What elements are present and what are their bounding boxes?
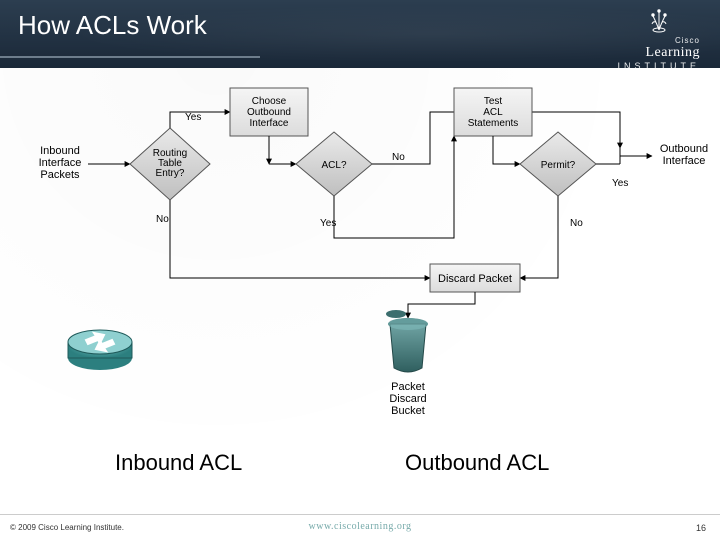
- text: Outbound: [247, 107, 291, 118]
- text: Choose: [252, 96, 287, 107]
- bucket-label: PacketDiscardBucket: [389, 381, 426, 417]
- text: Inbound: [40, 145, 80, 157]
- page-number: 16: [696, 523, 706, 533]
- router-icon: [68, 330, 132, 370]
- slide-footer: © 2009 Cisco Learning Institute. www.cis…: [0, 514, 720, 540]
- text: Interface: [250, 118, 289, 129]
- node-outbound-interface: OutboundInterface: [660, 143, 708, 167]
- edge-label-no3: No: [156, 214, 169, 225]
- text: Permit?: [541, 160, 576, 171]
- svg-text:ChooseOutboundInterface: ChooseOutboundInterface: [247, 96, 291, 129]
- title-underline: [0, 56, 260, 58]
- edge-label-no2: No: [570, 218, 583, 229]
- edge-discard-bucket: [408, 292, 475, 318]
- node-discard-packet: Discard Packet: [430, 264, 520, 292]
- logo-text-top: Cisco: [618, 36, 701, 45]
- slide-header: How ACLs Work Cisco Learning INSTITUTE: [0, 0, 720, 68]
- text: Test: [484, 96, 503, 107]
- section-heading-inbound: Inbound ACL: [115, 450, 242, 476]
- text: Discard Packet: [438, 273, 512, 285]
- brand-logo: Cisco Learning INSTITUTE: [618, 6, 701, 71]
- text: Interface: [39, 157, 82, 169]
- text: ACL?: [321, 160, 346, 171]
- text: Packet: [391, 381, 425, 393]
- copyright-text: © 2009 Cisco Learning Institute.: [10, 523, 124, 532]
- text: Discard: [389, 393, 426, 405]
- node-test-acl: TestACLStatements: [454, 88, 532, 136]
- text: Bucket: [391, 405, 425, 417]
- flow-diagram: InboundInterfacePackets RoutingTableEntr…: [0, 68, 720, 468]
- trash-bucket-icon: [386, 310, 428, 372]
- text: Statements: [468, 118, 519, 129]
- footer-url: www.ciscolearning.org: [309, 521, 412, 532]
- svg-text:OutboundInterface: OutboundInterface: [660, 143, 708, 167]
- text: Interface: [663, 155, 706, 167]
- slide-title: How ACLs Work: [0, 0, 720, 41]
- edge-permit-no: [520, 196, 558, 278]
- edge-test-right: [493, 136, 520, 164]
- text: Outbound: [660, 143, 708, 155]
- section-heading-outbound: Outbound ACL: [405, 450, 549, 476]
- svg-text:InboundInterfacePackets: InboundInterfacePackets: [39, 145, 82, 181]
- text: Entry?: [156, 168, 185, 179]
- edge-label-yes: Yes: [185, 112, 201, 123]
- node-inbound-packets: InboundInterfacePackets: [39, 145, 82, 181]
- edge-label-yes3: Yes: [612, 178, 628, 189]
- logo-text-main: Learning: [618, 45, 701, 61]
- node-routing-decision: RoutingTableEntry?: [130, 128, 210, 200]
- text: Packets: [40, 169, 80, 181]
- node-acl-decision: ACL?: [296, 132, 372, 196]
- svg-text:PacketDiscardBucket: PacketDiscardBucket: [389, 381, 426, 417]
- text: ACL: [483, 107, 503, 118]
- node-choose-interface: ChooseOutboundInterface: [230, 88, 308, 136]
- edge-routing-no: [170, 200, 430, 278]
- node-permit-decision: Permit?: [520, 132, 596, 196]
- plant-icon: [645, 6, 673, 34]
- edge-label-no: No: [392, 152, 405, 163]
